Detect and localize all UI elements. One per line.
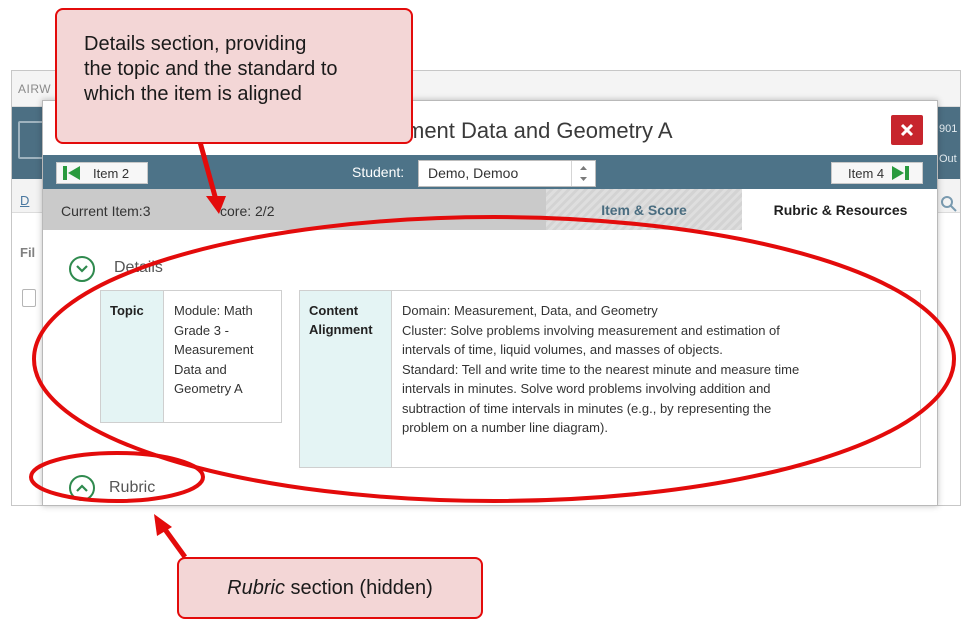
- chevron-down-icon: [76, 265, 88, 273]
- student-label: Student:: [352, 164, 405, 180]
- rubric-callout-text: section (hidden): [284, 576, 433, 599]
- close-icon: [900, 123, 914, 137]
- alignment-line: intervals in minutes. Solve word problem…: [402, 381, 771, 396]
- close-button[interactable]: [891, 115, 923, 145]
- alignment-line: subtraction of time intervals in minutes…: [402, 400, 772, 416]
- details-section-title: Details: [114, 259, 163, 276]
- rubric-section-title: Rubric: [109, 479, 156, 496]
- current-item-text: Current Item:3: [61, 203, 151, 219]
- alignment-line: Standard: Tell and write time to the nea…: [402, 361, 800, 377]
- next-item-label: Item 4: [848, 165, 885, 181]
- content-alignment-table: Content Alignment Domain: Measurement, D…: [299, 290, 921, 468]
- rubric-arrow-line: [161, 526, 188, 559]
- next-item-button[interactable]: Item 4: [831, 162, 923, 184]
- previous-item-button[interactable]: Item 2: [56, 162, 148, 184]
- chevron-up-icon: [76, 484, 88, 492]
- rubric-toggle-button[interactable]: [69, 475, 95, 501]
- tab-rubric-resources[interactable]: Rubric & Resources: [742, 189, 937, 230]
- background-link[interactable]: D: [20, 193, 29, 208]
- rubric-callout-italic: Rubric: [227, 576, 285, 599]
- stepper-arrows-icon[interactable]: [571, 161, 595, 186]
- clipboard-icon: [22, 289, 36, 307]
- modal-title: ment Data and Geometry A: [406, 118, 673, 143]
- content-alignment-label: Content Alignment: [300, 291, 392, 467]
- topic-value-line: Measurement: [174, 342, 254, 357]
- score-text: core: 2/2: [220, 203, 275, 219]
- tab-item-score[interactable]: Item & Score: [546, 189, 742, 230]
- topic-value-line: Geometry A: [174, 381, 243, 396]
- background-header-text-bottom: Out: [939, 153, 957, 165]
- item-details-modal: ment Data and Geometry A Item 2 Student:…: [42, 100, 938, 506]
- item-navigation-bar: Item 2 Student: Demo, Demoo Item 4: [43, 155, 937, 189]
- topic-value-line: Data and: [174, 361, 227, 377]
- rubric-arrowhead-icon: [154, 514, 172, 536]
- student-select-value: Demo, Demoo: [428, 165, 519, 181]
- alignment-line: intervals of time, liquid volumes, and m…: [402, 342, 723, 357]
- topic-value: Module: Math Grade 3 - Measurement Data …: [164, 291, 281, 422]
- details-callout: Details section, providing the topic and…: [55, 8, 413, 144]
- details-callout-line: the topic and the standard to: [84, 58, 338, 80]
- background-app-name: AIRW: [18, 82, 52, 96]
- score-tab-row: Current Item:3 core: 2/2 Item & Score Ru…: [43, 189, 937, 230]
- content-alignment-value: Domain: Measurement, Data, and Geometry …: [392, 291, 920, 467]
- details-callout-line: which the item is aligned: [84, 83, 302, 105]
- alignment-line: Cluster: Solve problems involving measur…: [402, 322, 780, 338]
- content-alignment-label-line: Content: [309, 303, 359, 318]
- previous-arrow-icon: [63, 166, 80, 180]
- topic-value-line: Module: Math: [174, 303, 253, 318]
- search-icon[interactable]: [940, 195, 958, 213]
- alignment-line: Domain: Measurement, Data, and Geometry: [402, 303, 658, 318]
- topic-table: Topic Module: Math Grade 3 - Measurement…: [100, 290, 282, 423]
- topic-label: Topic: [101, 291, 164, 422]
- details-toggle-button[interactable]: [69, 256, 95, 282]
- background-header-text-top: 901: [939, 123, 958, 135]
- next-arrow-icon: [892, 166, 910, 180]
- previous-item-label: Item 2: [93, 165, 130, 181]
- content-alignment-label-line: Alignment: [309, 322, 373, 337]
- details-callout-line: Details section, providing: [84, 33, 307, 55]
- rubric-callout: Rubric section (hidden): [177, 557, 483, 619]
- alignment-line: problem on a number line diagram).: [402, 420, 608, 435]
- student-select[interactable]: Demo, Demoo: [418, 160, 596, 187]
- topic-value-line: Grade 3 -: [174, 322, 229, 338]
- background-filter-label: Fil: [20, 245, 36, 260]
